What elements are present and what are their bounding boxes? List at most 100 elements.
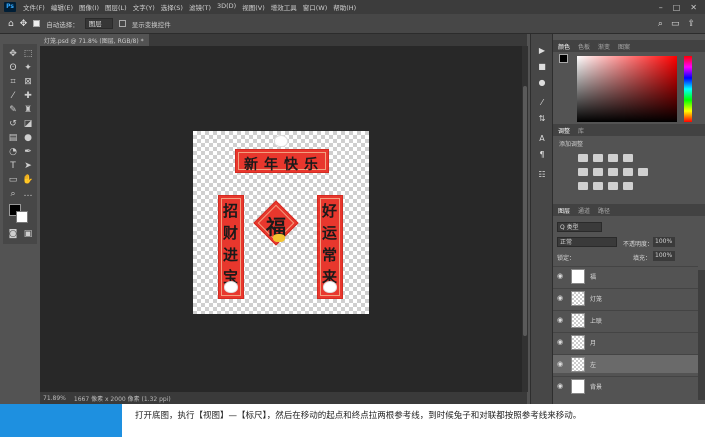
curves-adj-icon[interactable]: [608, 154, 618, 162]
menu-plugins[interactable]: 增效工具: [268, 2, 300, 12]
tab-channels[interactable]: 通道: [578, 206, 590, 215]
gradient-map-adj-icon[interactable]: [623, 182, 633, 190]
menu-file[interactable]: 文件(F): [20, 2, 48, 12]
menu-view[interactable]: 视图(V): [239, 2, 268, 12]
visibility-eye-icon[interactable]: ◉: [553, 382, 567, 390]
close-icon[interactable]: ✕: [690, 3, 697, 12]
paragraph-icon[interactable]: ¶: [537, 150, 547, 160]
more-tools-icon[interactable]: …: [22, 188, 34, 200]
menu-3d[interactable]: 3D(D): [214, 2, 239, 12]
maximize-icon[interactable]: □: [673, 3, 681, 12]
auto-select-dropdown[interactable]: 图层: [84, 18, 113, 29]
layers-scrollbar[interactable]: [698, 270, 705, 400]
document-canvas[interactable]: 新 年 快 乐 招 财 进 宝 好 运 常 来 福: [193, 131, 369, 314]
layer-name[interactable]: 灯笼: [590, 294, 602, 303]
move-tool-icon[interactable]: ✥: [7, 48, 19, 60]
menu-help[interactable]: 帮助(H): [330, 2, 359, 12]
hue-sat-adj-icon[interactable]: [593, 168, 603, 176]
home-icon[interactable]: ⌂: [8, 19, 14, 29]
menu-window[interactable]: 窗口(W): [300, 2, 331, 12]
vertical-scrollbar[interactable]: [522, 46, 528, 392]
layer-name[interactable]: 左: [590, 360, 596, 369]
record-icon[interactable]: ●: [537, 78, 547, 88]
brush-settings-icon[interactable]: ⁄: [537, 98, 547, 108]
eyedropper-icon[interactable]: ⁄: [7, 90, 19, 102]
menu-select[interactable]: 选择(S): [158, 2, 186, 12]
workspace-icon[interactable]: ▭: [671, 19, 680, 29]
menu-layer[interactable]: 图层(L): [102, 2, 130, 12]
properties-icon[interactable]: ⇅: [537, 114, 547, 124]
visibility-eye-icon[interactable]: ◉: [553, 316, 567, 324]
gradient-tool-icon[interactable]: ▤: [7, 132, 19, 144]
posterize-adj-icon[interactable]: [593, 182, 603, 190]
tab-swatches[interactable]: 色板: [578, 42, 590, 51]
blend-mode-select[interactable]: 正常: [557, 237, 617, 247]
tab-libraries[interactable]: 库: [578, 126, 584, 135]
color-fg-bg[interactable]: [559, 54, 573, 68]
invert-adj-icon[interactable]: [578, 182, 588, 190]
layer-name[interactable]: 福: [590, 272, 596, 281]
tab-gradients[interactable]: 渐变: [598, 42, 610, 51]
layer-row[interactable]: ◉ 月: [553, 332, 698, 351]
menu-filter[interactable]: 滤镜(T): [186, 2, 214, 12]
magic-wand-icon[interactable]: ✦: [22, 62, 34, 74]
menu-type[interactable]: 文字(Y): [130, 2, 158, 12]
hue-slider[interactable]: [684, 56, 692, 122]
tab-color[interactable]: 颜色: [558, 42, 570, 51]
fill-input[interactable]: 100%: [653, 251, 675, 261]
path-select-icon[interactable]: ➤: [22, 160, 34, 172]
color-balance-adj-icon[interactable]: [608, 168, 618, 176]
rectangle-tool-icon[interactable]: ▭: [7, 174, 19, 186]
layer-row[interactable]: ◉ 福: [553, 266, 698, 285]
quick-mask-icon[interactable]: ◙: [7, 228, 19, 240]
marquee-tool-icon[interactable]: ⬚: [22, 48, 34, 60]
layer-row[interactable]: ◉ 上联: [553, 310, 698, 329]
screen-mode-icon[interactable]: ▣: [22, 228, 34, 240]
stop-icon[interactable]: ■: [537, 62, 547, 72]
character-icon[interactable]: A: [537, 134, 547, 144]
pen-tool-icon[interactable]: ✒: [22, 146, 34, 158]
opacity-input[interactable]: 100%: [653, 237, 675, 247]
blur-tool-icon[interactable]: ●: [22, 132, 34, 144]
visibility-eye-icon[interactable]: ◉: [553, 272, 567, 280]
lasso-tool-icon[interactable]: ʘ: [7, 62, 19, 74]
document-tab[interactable]: 灯笼.psd @ 71.8% (图层, RGB/8) *: [40, 34, 150, 46]
layer-name[interactable]: 上联: [590, 316, 602, 325]
background-color-swatch[interactable]: [16, 211, 28, 223]
zoom-level[interactable]: 71.89%: [43, 395, 66, 402]
levels-adj-icon[interactable]: [593, 154, 603, 162]
type-tool-icon[interactable]: T: [7, 160, 19, 172]
minimize-icon[interactable]: –: [659, 3, 663, 12]
visibility-eye-icon[interactable]: ◉: [553, 338, 567, 346]
tab-layers[interactable]: 图层: [558, 206, 570, 215]
menu-edit[interactable]: 编辑(E): [48, 2, 76, 12]
history-brush-icon[interactable]: ↺: [7, 118, 19, 130]
search-icon[interactable]: ⌕: [658, 19, 663, 29]
color-picker-field[interactable]: [577, 56, 677, 122]
frame-tool-icon[interactable]: ⊠: [22, 76, 34, 88]
crop-tool-icon[interactable]: ⌗: [7, 76, 19, 88]
photo-filter-adj-icon[interactable]: [638, 168, 648, 176]
auto-select-checkbox[interactable]: [33, 20, 41, 27]
move-tool-icon[interactable]: ✥: [20, 19, 28, 29]
layer-row[interactable]: ◉ 灯笼: [553, 288, 698, 307]
menu-image[interactable]: 图像(I): [76, 2, 102, 12]
share-icon[interactable]: ⇪: [687, 19, 695, 29]
vibrance-adj-icon[interactable]: [578, 168, 588, 176]
tab-paths[interactable]: 路径: [598, 206, 610, 215]
threshold-adj-icon[interactable]: [608, 182, 618, 190]
show-transform-checkbox[interactable]: [118, 20, 126, 27]
stamp-tool-icon[interactable]: ♜: [22, 104, 34, 116]
scrollbar-thumb[interactable]: [523, 86, 527, 336]
bw-adj-icon[interactable]: [623, 168, 633, 176]
history-icon[interactable]: ☷: [537, 170, 547, 180]
eraser-icon[interactable]: ◪: [22, 118, 34, 130]
tab-patterns[interactable]: 图案: [618, 42, 630, 51]
layer-row-selected[interactable]: ◉ 左: [553, 354, 698, 373]
layer-name[interactable]: 背景: [590, 382, 602, 391]
tab-adjustments[interactable]: 调整: [558, 126, 570, 135]
dodge-tool-icon[interactable]: ◔: [7, 146, 19, 158]
zoom-tool-icon[interactable]: ⌕: [7, 188, 19, 200]
layer-name[interactable]: 月: [590, 338, 596, 347]
healing-brush-icon[interactable]: ✚: [22, 90, 34, 102]
